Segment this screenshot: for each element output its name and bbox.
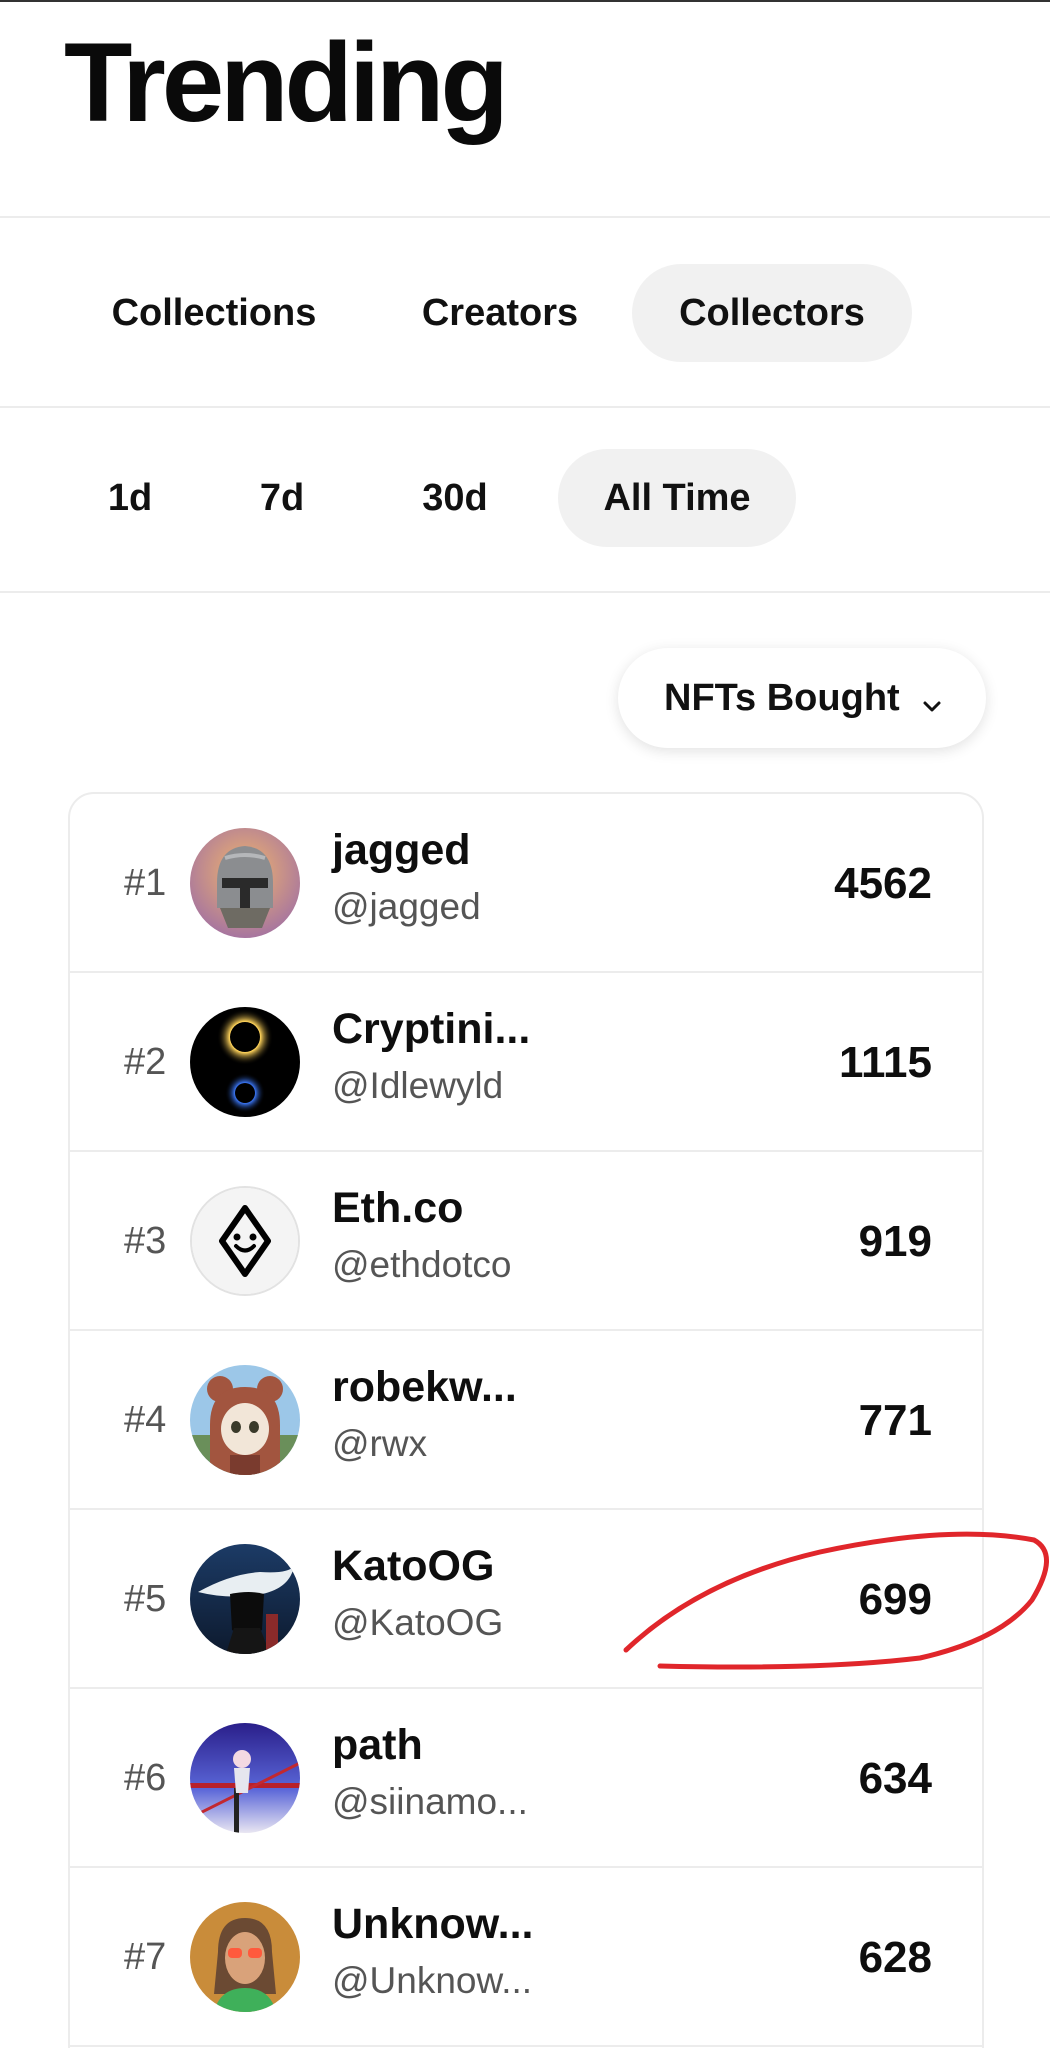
chevron-down-icon — [920, 686, 944, 729]
collector-handle: @ethdotco — [332, 1244, 512, 1285]
collector-name[interactable]: jagged — [332, 826, 471, 875]
collector-handle: @siinamo... — [332, 1781, 528, 1822]
divider — [0, 216, 1050, 218]
anime-avatar[interactable] — [190, 1723, 300, 1833]
collectors-list: #1 jagged @jagged 4562 #2 Cryptini... @I… — [68, 792, 984, 2048]
collector-name[interactable]: robekw... — [332, 1363, 517, 1412]
rank: #6 — [124, 1757, 167, 1799]
collector-handle: @jagged — [332, 886, 481, 927]
collector-name[interactable]: KatoOG — [332, 1542, 494, 1591]
list-item[interactable]: #7 Unknow... @Unknow... 628 — [70, 1868, 982, 2047]
sort-dropdown-label: NFTs Bought — [664, 676, 900, 719]
top-border — [0, 0, 1050, 2]
divider — [0, 406, 1050, 408]
rank: #3 — [124, 1220, 167, 1262]
divider — [0, 591, 1050, 593]
collector-handle: @Idlewyld — [332, 1065, 504, 1106]
list-item[interactable]: #2 Cryptini... @Idlewyld 1115 — [70, 973, 982, 1152]
collector-handle: @KatoOG — [332, 1602, 504, 1643]
tab-collectors[interactable]: Collectors — [632, 264, 912, 362]
bear-hood-avatar[interactable] — [190, 1365, 300, 1475]
collector-handle: @Unknow... — [332, 1960, 533, 2001]
red-circle-annotation — [623, 1531, 1049, 1670]
helmet-avatar[interactable] — [190, 828, 300, 938]
nfts-bought-value: 771 — [858, 1396, 932, 1445]
rank: #2 — [124, 1041, 167, 1083]
nfts-bought-value: 4562 — [834, 859, 932, 908]
collector-handle: @rwx — [332, 1423, 428, 1464]
collector-name[interactable]: Eth.co — [332, 1184, 463, 1233]
tab-30d[interactable]: 30d — [392, 449, 518, 547]
list-item[interactable]: #6 path @siinamo... 634 — [70, 1689, 982, 1868]
diamond-face-logo[interactable] — [190, 1186, 300, 1296]
rank: #7 — [124, 1936, 167, 1978]
cowboy-avatar[interactable] — [190, 1544, 300, 1654]
list-item[interactable]: #4 robekw... @rwx 771 — [70, 1331, 982, 1510]
collector-name[interactable]: Unknow... — [332, 1900, 533, 1949]
nfts-bought-value: 1115 — [838, 1038, 932, 1087]
tab-7d[interactable]: 7d — [232, 449, 332, 547]
page-title: Trending — [64, 20, 509, 145]
collector-name[interactable]: path — [332, 1721, 423, 1770]
nfts-bought-value: 634 — [858, 1754, 932, 1803]
tab-all-time[interactable]: All Time — [558, 449, 796, 547]
list-item[interactable]: #3 Eth.co @ethdotco 919 — [70, 1152, 982, 1331]
nfts-bought-value: 628 — [858, 1933, 932, 1982]
portrait-avatar[interactable] — [190, 1902, 300, 2012]
tab-1d[interactable]: 1d — [80, 449, 180, 547]
list-item[interactable]: #1 jagged @jagged 4562 — [70, 794, 982, 973]
rank: #1 — [124, 862, 167, 904]
rank: #5 — [124, 1578, 167, 1620]
nfts-bought-value: 919 — [858, 1217, 932, 1266]
sort-dropdown[interactable]: NFTs Bought — [618, 648, 986, 748]
collector-name[interactable]: Cryptini... — [332, 1005, 530, 1054]
eclipse-avatar[interactable] — [190, 1007, 300, 1117]
tab-creators[interactable]: Creators — [380, 264, 620, 362]
rank: #4 — [124, 1399, 167, 1441]
tab-collections[interactable]: Collections — [64, 264, 364, 362]
